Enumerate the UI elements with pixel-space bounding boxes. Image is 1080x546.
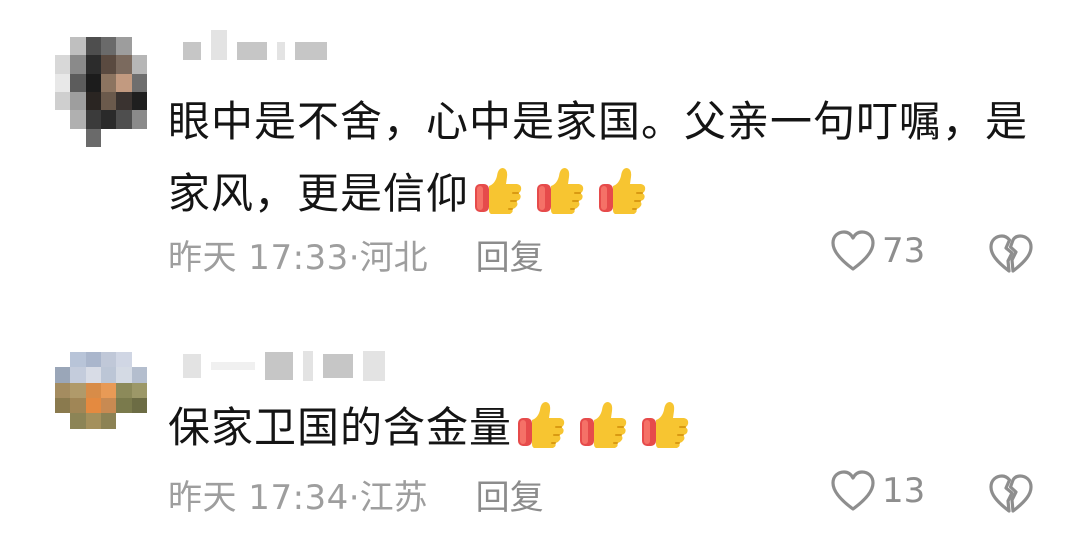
heart-outline-icon bbox=[830, 230, 876, 272]
comment-item: 保家卫国的含金量 昨天 17:34 ·江苏 回复 13 bbox=[0, 330, 1080, 540]
like-count: 73 bbox=[882, 231, 926, 271]
thumbs-up-emoji-icon bbox=[578, 398, 630, 450]
thumbs-up-emoji-icon bbox=[535, 164, 587, 216]
comment-location: ·河北 bbox=[348, 238, 428, 278]
comment-text: 保家卫国的含金量 bbox=[168, 403, 513, 452]
comment-text-block: 眼中是不舍，心中是家国。父亲一句叮嘱，是家风，更是信仰 bbox=[168, 86, 1048, 230]
comment-meta: 昨天 17:33 ·河北 回复 bbox=[168, 230, 544, 279]
reply-button[interactable]: 回复 bbox=[476, 230, 544, 279]
thumbs-up-emoji-icon bbox=[473, 164, 525, 216]
comment-meta: 昨天 17:34 ·江苏 回复 bbox=[168, 470, 544, 519]
avatar[interactable] bbox=[55, 37, 147, 147]
comment-time: 昨天 17:34 bbox=[168, 478, 349, 518]
emoji-group bbox=[516, 398, 692, 450]
username-blurred[interactable] bbox=[183, 30, 327, 60]
like-count: 13 bbox=[882, 471, 926, 511]
comment-text-block: 保家卫国的含金量 bbox=[168, 392, 1048, 464]
username-blurred[interactable] bbox=[183, 351, 385, 381]
thumbs-up-emoji-icon bbox=[597, 164, 649, 216]
like-button[interactable]: 73 bbox=[830, 230, 925, 272]
broken-heart-icon[interactable] bbox=[988, 234, 1034, 276]
heart-outline-icon bbox=[830, 470, 876, 512]
thumbs-up-emoji-icon bbox=[516, 398, 568, 450]
comment-time: 昨天 17:33 bbox=[168, 238, 349, 278]
like-button[interactable]: 13 bbox=[830, 470, 925, 512]
avatar[interactable] bbox=[55, 352, 147, 444]
comment-location: ·江苏 bbox=[348, 478, 428, 518]
broken-heart-icon[interactable] bbox=[988, 474, 1034, 516]
comment-item: 眼中是不舍，心中是家国。父亲一句叮嘱，是家风，更是信仰 昨天 17:33 ·河北 … bbox=[0, 0, 1080, 290]
emoji-group bbox=[473, 164, 649, 216]
reply-button[interactable]: 回复 bbox=[476, 470, 544, 519]
thumbs-up-emoji-icon bbox=[640, 398, 692, 450]
